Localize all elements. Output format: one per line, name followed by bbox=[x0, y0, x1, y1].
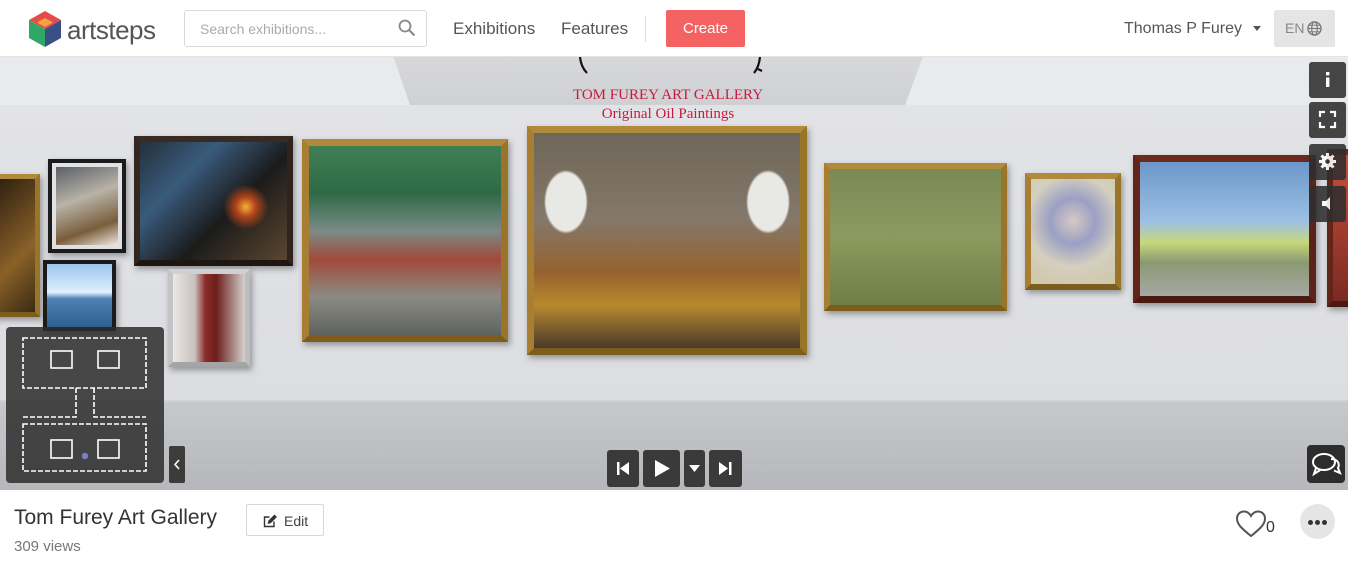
search-box bbox=[184, 10, 427, 47]
minimap[interactable] bbox=[6, 327, 164, 483]
minimap-collapse-button[interactable] bbox=[169, 446, 185, 483]
more-dot-icon bbox=[1322, 520, 1327, 525]
fullscreen-button[interactable] bbox=[1309, 102, 1346, 138]
painting-chefs[interactable] bbox=[48, 159, 126, 253]
hanging-cable-left bbox=[578, 57, 588, 74]
caret-down-icon bbox=[689, 465, 700, 472]
painting-girl-basket[interactable] bbox=[1025, 173, 1121, 290]
language-selector[interactable]: EN bbox=[1274, 10, 1335, 47]
wall-title: TOM FUREY ART GALLERY Original Oil Paint… bbox=[540, 86, 796, 124]
more-dot-icon bbox=[1308, 520, 1313, 525]
search-icon[interactable] bbox=[398, 19, 416, 37]
more-dot-icon bbox=[1315, 520, 1320, 525]
painting-soccer-boys[interactable] bbox=[824, 163, 1007, 311]
language-code: EN bbox=[1285, 20, 1305, 36]
play-button[interactable] bbox=[643, 450, 680, 487]
floor-plan-map bbox=[22, 337, 147, 472]
cube-logo-icon bbox=[29, 11, 61, 47]
painting-red-door[interactable] bbox=[168, 269, 250, 367]
fullscreen-icon bbox=[1318, 110, 1337, 129]
hanging-cable-right bbox=[753, 57, 763, 74]
player-position-marker bbox=[81, 452, 89, 460]
previous-button[interactable] bbox=[607, 450, 639, 487]
gallery-3d-viewer[interactable]: TOM FUREY ART GALLERY Original Oil Paint… bbox=[0, 57, 1348, 490]
create-button[interactable]: Create bbox=[666, 10, 745, 47]
exhibition-title: Tom Furey Art Gallery bbox=[14, 506, 218, 529]
skip-back-icon bbox=[617, 462, 629, 475]
view-count: 309 views bbox=[14, 538, 81, 555]
settings-button[interactable] bbox=[1309, 144, 1346, 180]
heart-icon[interactable] bbox=[1235, 509, 1267, 539]
chat-bubbles-icon bbox=[1312, 453, 1342, 477]
top-navigation-bar: artsteps Exhibitions Features Create Tho… bbox=[0, 0, 1348, 57]
painting-workers-ship[interactable] bbox=[302, 139, 508, 342]
more-options-button[interactable] bbox=[1300, 504, 1335, 539]
globe-icon bbox=[1307, 21, 1322, 36]
painting-far-left[interactable] bbox=[0, 174, 40, 317]
info-button[interactable] bbox=[1309, 62, 1346, 98]
skip-forward-icon bbox=[719, 462, 732, 475]
gear-icon bbox=[1319, 153, 1336, 170]
edit-button[interactable]: Edit bbox=[246, 504, 324, 536]
artsteps-logo[interactable]: artsteps bbox=[27, 10, 167, 50]
sound-button[interactable] bbox=[1309, 186, 1346, 222]
tour-options-button[interactable] bbox=[684, 450, 705, 487]
ceiling-beam-left bbox=[0, 57, 410, 105]
speaker-icon bbox=[1322, 197, 1330, 210]
painting-blacksmith[interactable] bbox=[134, 136, 293, 266]
info-icon bbox=[1326, 72, 1330, 87]
ceiling-beam-right bbox=[905, 57, 1348, 105]
painting-lake[interactable] bbox=[43, 260, 116, 331]
painting-victorian-station[interactable] bbox=[1133, 155, 1316, 303]
nav-features-link[interactable]: Features bbox=[561, 19, 628, 39]
brand-name: artsteps bbox=[67, 15, 156, 45]
chevron-left-icon bbox=[173, 459, 180, 470]
nav-exhibitions-link[interactable]: Exhibitions bbox=[453, 19, 535, 39]
search-input[interactable] bbox=[185, 11, 390, 46]
wall-title-line2: Original Oil Paintings bbox=[601, 106, 735, 122]
like-count: 0 bbox=[1266, 519, 1275, 536]
painting-welders-center[interactable] bbox=[527, 126, 807, 355]
edit-icon bbox=[263, 514, 277, 528]
play-icon bbox=[655, 460, 670, 477]
wall-title-line1: TOM FUREY ART GALLERY bbox=[572, 87, 764, 103]
chevron-down-icon[interactable] bbox=[1253, 26, 1261, 31]
edit-label: Edit bbox=[284, 513, 309, 529]
nav-divider bbox=[645, 16, 646, 42]
user-menu[interactable]: Thomas P Furey bbox=[1124, 20, 1242, 38]
chat-button[interactable] bbox=[1307, 445, 1345, 483]
next-button[interactable] bbox=[709, 450, 742, 487]
